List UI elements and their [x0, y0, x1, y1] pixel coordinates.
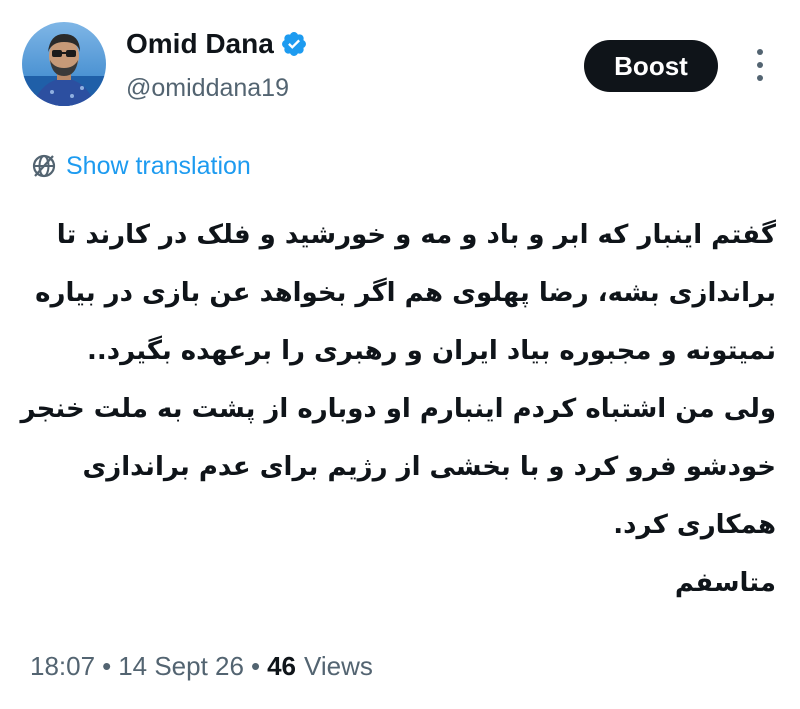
- views-label: Views: [304, 651, 373, 681]
- tweet-text: گفتم اینبار که ابر و باد و مه و خورشید و…: [20, 206, 776, 612]
- tweet-line: همکاری کرد.: [613, 510, 776, 540]
- profile-photo-image: [22, 22, 106, 106]
- tweet-line: نمیتونه و مجبوره بیاد ایران و رهبری را ب…: [86, 336, 776, 366]
- tweet-meta: 18:07 • 14 Sept 26 • 46 Views: [30, 648, 373, 684]
- views-count[interactable]: 46: [267, 648, 296, 684]
- post-date[interactable]: 14 Sept 26: [118, 648, 244, 684]
- show-translation-link[interactable]: Show translation: [30, 150, 251, 182]
- meta-separator: •: [250, 651, 261, 681]
- verified-badge-icon: [281, 32, 306, 56]
- tweet-line: خودشو فرو کرد و با بخشی از رژیم برای عدم…: [82, 452, 776, 482]
- show-translation-label: Show translation: [66, 152, 251, 180]
- author-handle[interactable]: @omiddana19: [126, 72, 289, 104]
- boost-button[interactable]: Boost: [584, 40, 718, 92]
- post-time[interactable]: 18:07: [30, 648, 95, 684]
- tweet-line: متاسفم: [674, 568, 776, 598]
- globe-icon: [32, 154, 56, 178]
- tweet-line: ولی من اشتباه کردم اینبارم او دوباره از …: [20, 394, 776, 424]
- avatar[interactable]: [22, 22, 106, 106]
- author-name[interactable]: Omid Dana: [126, 26, 274, 62]
- tweet-line: براندازی بشه، رضا پهلوی هم اگر بخواهد عن…: [35, 278, 776, 308]
- meta-separator: •: [102, 651, 112, 681]
- author-name-row: Omid Dana: [126, 26, 308, 62]
- more-vertical-icon[interactable]: [750, 46, 770, 84]
- tweet-line: گفتم اینبار که ابر و باد و مه و خورشید و…: [56, 220, 776, 250]
